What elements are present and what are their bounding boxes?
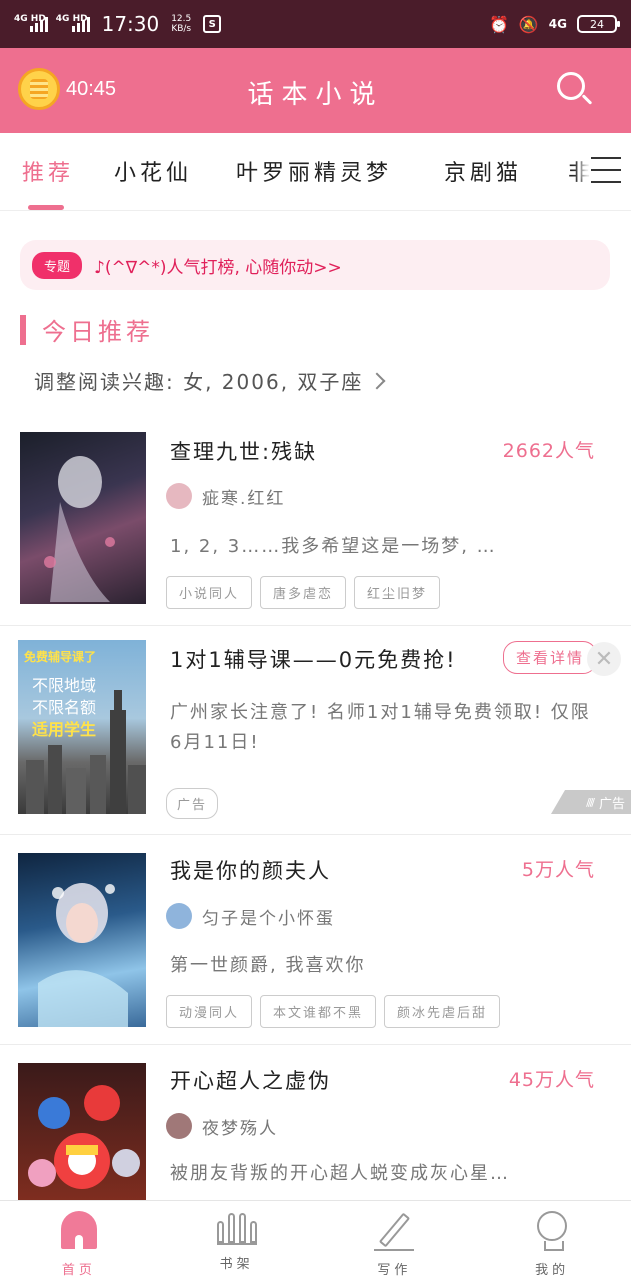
section-title: 今日推荐 <box>42 318 154 346</box>
divider <box>0 1044 631 1045</box>
bookshelf-icon <box>216 1211 257 1245</box>
avatar <box>166 1113 192 1139</box>
profile-icon <box>537 1211 568 1251</box>
category-tabs: 推荐 小花仙 叶罗丽精灵梦 京剧猫 非 <box>0 133 631 211</box>
home-icon <box>60 1211 97 1249</box>
book-summary: 第一世颜爵, 我喜欢你 <box>170 955 366 976</box>
app-title: 话本小说 <box>247 80 384 110</box>
topic-badge: 专题 <box>32 251 83 279</box>
search-icon[interactable] <box>557 72 593 108</box>
bottom-navigation: 首页 书架 写作 我的 <box>0 1200 631 1280</box>
tab-yeluoli[interactable]: 叶罗丽精灵梦 <box>236 155 392 187</box>
book-cover <box>20 432 146 604</box>
clock: 17:30 <box>101 12 160 36</box>
network-type: 4G <box>548 17 567 31</box>
avatar <box>166 903 192 929</box>
section-accent-bar <box>20 314 26 345</box>
close-icon[interactable]: ✕ <box>587 642 621 676</box>
nav-home[interactable]: 首页 <box>0 1201 158 1280</box>
cover-illustration <box>38 883 128 1027</box>
ad-corner-label: //// 广告 <box>551 790 631 814</box>
sim1-signal-icon: 4G HD <box>14 14 48 32</box>
chevron-right-icon <box>368 372 386 389</box>
ad-details-button[interactable]: 查看详情 <box>502 641 597 674</box>
tag[interactable]: 红尘旧梦 <box>354 576 441 609</box>
status-bar: 4G HD 4G HD 17:30 12.5 KB/s S ⏰ 🔕 4G 24 <box>0 0 631 48</box>
nav-profile[interactable]: 我的 <box>473 1201 631 1280</box>
ad-title: 1对1辅导课——0元免费抢! <box>170 648 457 672</box>
app-notification-icon: S <box>203 15 222 33</box>
book-cover <box>18 1063 146 1223</box>
ad-cover: 免费辅导课了 不限地域 不限名额 适用学生 <box>18 640 146 814</box>
tab-xiaohuaxian[interactable]: 小花仙 <box>114 155 192 187</box>
book-summary: 1, 2, 3……我多希望这是一场梦, … <box>170 536 497 557</box>
topic-text: ♪(^∇^*)人气打榜, 心随你动>> <box>94 257 342 278</box>
ad-tag: 广告 <box>166 788 219 819</box>
book-author[interactable]: 疵寒.红红 <box>166 483 285 509</box>
book-summary: 被朋友背叛的开心超人蜕变成灰心星… <box>170 1163 510 1184</box>
reading-preference-link[interactable]: 调整阅读兴趣: 女, 2006, 双子座 <box>34 366 386 395</box>
book-title: 开心超人之虚伪 <box>170 1069 331 1093</box>
tag[interactable]: 本文谁都不黑 <box>260 995 377 1028</box>
divider <box>0 834 631 835</box>
divider <box>0 625 631 626</box>
tab-jingjumao[interactable]: 京剧猫 <box>444 155 522 187</box>
book-popularity: 2662人气 <box>502 440 595 462</box>
tag[interactable]: 颜冰先虐后甜 <box>384 995 501 1028</box>
pen-icon <box>374 1211 415 1251</box>
book-author[interactable]: 夜梦殇人 <box>166 1113 278 1139</box>
sim2-signal-icon: 4G HD <box>56 14 90 32</box>
ad-logo-icon: //// <box>586 795 595 809</box>
tag[interactable]: 小说同人 <box>166 576 253 609</box>
book-tags: 动漫同人 本文谁都不黑 颜冰先虐后甜 <box>166 995 501 1028</box>
ad-tags: 广告 <box>166 788 219 819</box>
app-header: 40:45 话本小说 <box>0 48 631 133</box>
book-tags: 小说同人 唐多虐恋 红尘旧梦 <box>166 576 441 609</box>
tag[interactable]: 动漫同人 <box>166 995 253 1028</box>
nav-write[interactable]: 写作 <box>316 1201 474 1280</box>
topic-banner[interactable]: 专题 ♪(^∇^*)人气打榜, 心随你动>> <box>20 240 610 290</box>
book-popularity: 5万人气 <box>521 859 595 881</box>
ad-description: 广州家长注意了! 名师1对1辅导免费领取! 仅限6月11日! <box>170 702 591 753</box>
tab-recommend[interactable]: 推荐 <box>22 155 74 187</box>
nav-bookshelf[interactable]: 书架 <box>158 1201 316 1280</box>
cover-illustration <box>44 456 115 602</box>
menu-icon[interactable] <box>591 157 621 183</box>
city-skyline <box>26 690 146 814</box>
book-title: 我是你的颜夫人 <box>170 859 331 883</box>
tag[interactable]: 唐多虐恋 <box>260 576 347 609</box>
book-popularity: 45万人气 <box>508 1069 595 1091</box>
avatar <box>166 483 192 509</box>
active-tab-indicator <box>28 205 64 210</box>
battery-icon: 24 <box>577 15 620 33</box>
book-cover <box>18 853 146 1027</box>
book-author[interactable]: 匀子是个小怀蛋 <box>166 903 335 929</box>
cover-illustration <box>28 1085 140 1189</box>
book-title: 查理九世:残缺 <box>170 440 318 464</box>
alarm-icon: ⏰ <box>488 14 509 34</box>
network-speed: 12.5 KB/s <box>171 14 192 34</box>
section-header: 今日推荐 <box>20 312 154 347</box>
mute-icon: 🔕 <box>518 14 539 34</box>
